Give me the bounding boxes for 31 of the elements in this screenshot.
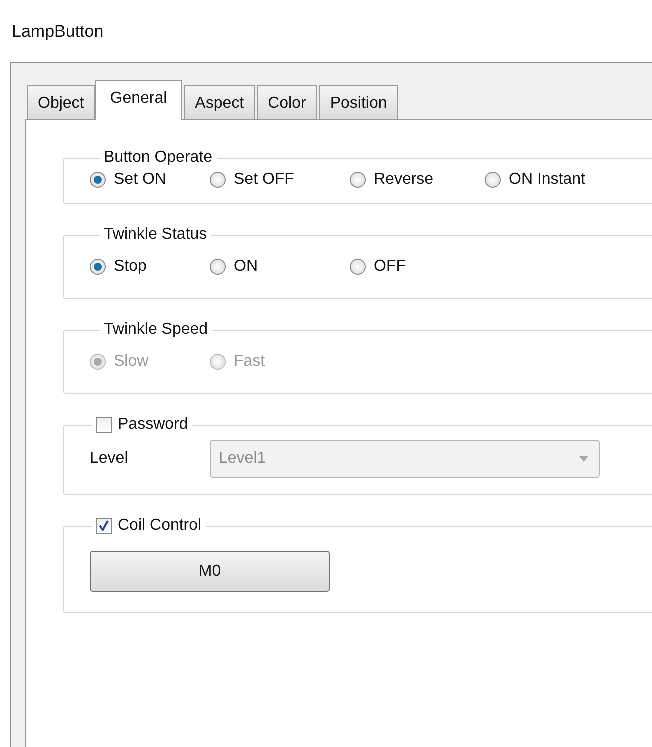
tab[interactable]: General [95, 80, 182, 120]
group-title: Twinkle Status [103, 226, 208, 244]
radio-button[interactable] [90, 259, 106, 275]
field-label: Level [90, 450, 130, 468]
radio-label: Fast [234, 353, 266, 371]
radio-button[interactable] [210, 259, 226, 275]
radio-label: Slow [114, 353, 149, 371]
radio-button[interactable] [485, 172, 501, 188]
radio-label: Set OFF [234, 171, 294, 189]
checkbox-label: Coil Control [118, 517, 202, 535]
tab[interactable]: Aspect [184, 85, 256, 119]
group-title: Button Operate [103, 149, 214, 167]
window-title: LampButton [12, 22, 104, 42]
coil-button[interactable]: M0 [90, 551, 330, 592]
radio-button[interactable] [90, 172, 106, 188]
radio-button[interactable] [350, 172, 366, 188]
radio-button[interactable] [210, 172, 226, 188]
tab[interactable]: Position [319, 85, 398, 119]
checkbox-label: Password [118, 416, 188, 434]
radio-label: Reverse [374, 171, 434, 189]
caret-icon [579, 456, 589, 462]
radio-label: Set ON [114, 171, 166, 189]
tab[interactable]: Object [27, 85, 96, 119]
radio-button[interactable] [350, 259, 366, 275]
checkbox[interactable] [96, 518, 112, 534]
tab[interactable]: Color [257, 85, 318, 119]
radio-label: ON [234, 258, 258, 276]
radio-label: Stop [114, 258, 147, 276]
group-title: Twinkle Speed [103, 321, 210, 339]
radio-label: OFF [374, 258, 406, 276]
radio-label: ON Instant [509, 171, 586, 189]
